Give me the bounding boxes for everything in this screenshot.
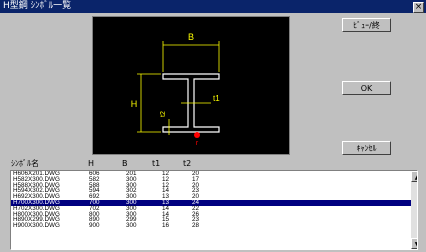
col-header-symbol-name: ｼﾝﾎﾞﾙ名 [11, 159, 39, 168]
label-r: r [196, 140, 199, 147]
cell-t2: 28 [192, 222, 200, 230]
cancel-button[interactable]: ｷｬﾝｾﾙ [342, 141, 391, 155]
view-button[interactable]: ﾋﾞｭｰ/終 [342, 18, 391, 32]
col-header-h: H [88, 159, 95, 168]
cell-symbol-name: H900X300.DWG [13, 222, 60, 230]
symbol-list-window: H型鋼 ｼﾝﾎﾞﾙ一覧 × B H t1 t2 r ﾋﾞｭｰ/終 OK ｷｬﾝｾ… [0, 0, 426, 252]
h-beam-diagram: B H t1 t2 r [131, 32, 220, 147]
col-header-b: B [122, 159, 128, 168]
label-t1: t1 [213, 94, 220, 103]
symbol-rows: H606X201.DWG 606 201 12 20 H582X300.DWG 582 300… [11, 171, 417, 229]
section-preview: B H t1 t2 r [92, 16, 290, 155]
label-t2: t2 [160, 111, 167, 117]
col-header-t1: t1 [152, 159, 161, 168]
label-h: H [131, 99, 138, 109]
cell-t1: 16 [162, 222, 170, 230]
symbol-listbox[interactable]: H606X201.DWG 606 201 12 20 H582X300.DWG 582 300… [10, 170, 418, 250]
list-item[interactable]: H900X300.DWG 900 300 16 28 [11, 223, 417, 229]
window-title: H型鋼 ｼﾝﾎﾞﾙ一覧 [3, 1, 72, 11]
radius-marker [194, 132, 200, 138]
close-button[interactable]: × [413, 2, 424, 13]
scroll-down-icon[interactable]: ▼ [411, 238, 417, 249]
ok-button[interactable]: OK [342, 81, 391, 95]
title-bar[interactable]: H型鋼 ｼﾝﾎﾞﾙ一覧 × [0, 0, 426, 13]
col-header-t2: t2 [183, 159, 192, 168]
vertical-scrollbar[interactable]: ▲ ▼ [411, 171, 417, 249]
label-b: B [188, 32, 194, 42]
cell-h: 900 [89, 222, 100, 230]
cell-b: 300 [126, 222, 137, 230]
scroll-up-icon[interactable]: ▲ [411, 171, 417, 182]
